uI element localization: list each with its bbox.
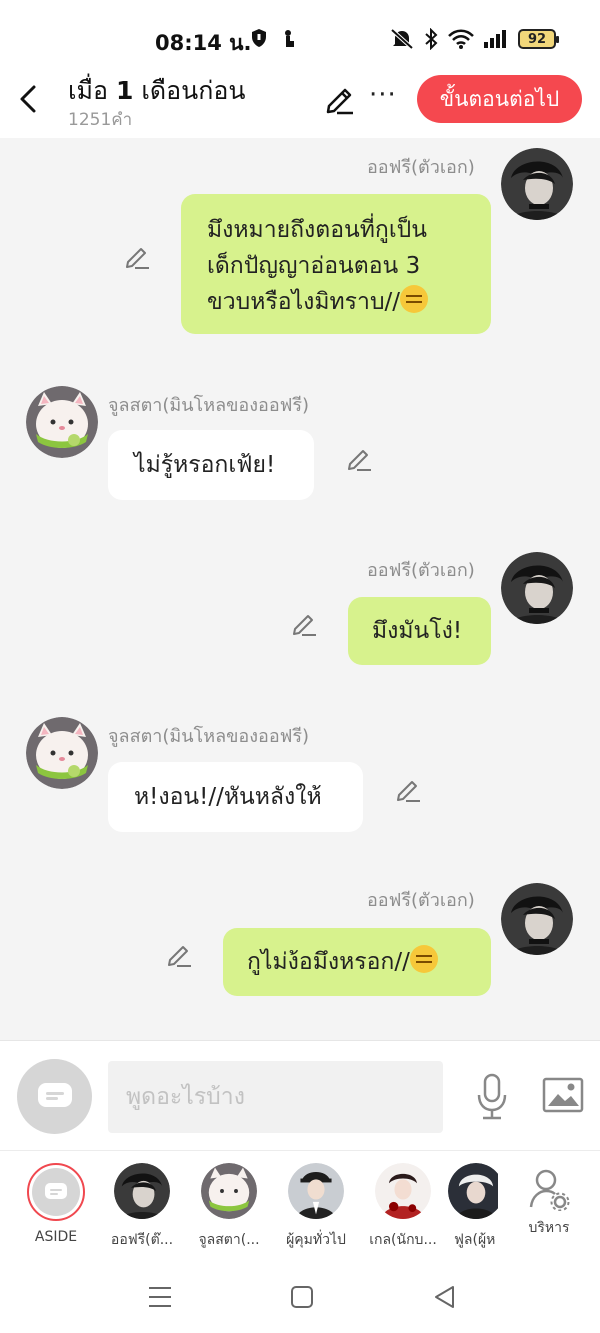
character-name: ผู้คุมทั่วไป (286, 1232, 346, 1248)
touch-icon (285, 30, 294, 47)
character-name: ฟูล(ผู้ห (454, 1232, 496, 1248)
aside-avatar (27, 1163, 85, 1221)
page-title: เมื่อ 1 เดือนก่อน (68, 71, 245, 111)
character-full[interactable]: ฟูล(ผู้ห (448, 1163, 498, 1251)
avatar (375, 1163, 431, 1219)
character-name: ออฟรี(ต๊... (110, 1232, 174, 1248)
edit-icon[interactable] (323, 82, 357, 116)
message-line: ขวบหรือไงมิทราบ// (207, 284, 465, 320)
home-icon[interactable] (289, 1284, 315, 1310)
status-time: 08:14 น. (155, 31, 252, 55)
sender-name: ออฟรี(ตัวเอก) (367, 157, 475, 178)
title-number: 1 (116, 76, 134, 105)
more-options-icon[interactable]: ··· (369, 80, 397, 110)
message-line: มึงหมายถึงตอนที่กูเป็น (207, 217, 428, 243)
avatar (201, 1163, 257, 1219)
title-prefix: เมื่อ (68, 76, 116, 105)
character-selector: ASIDE ออฟรี(ต๊... จูลสตา(... ผู้คุมทั่วไ… (0, 1150, 600, 1260)
message-bubble[interactable]: ไม่รู้หรอกเฟ้ย! (108, 430, 314, 500)
message-line: กูไม่ง้อมึงหรอก// (247, 944, 467, 980)
avatar-julsta[interactable] (26, 386, 98, 458)
system-navigation-bar (0, 1260, 600, 1333)
bluetooth-icon (425, 28, 438, 50)
back-triangle-icon[interactable] (432, 1284, 458, 1310)
pencil-icon[interactable] (395, 776, 421, 802)
title-suffix: เดือนก่อน (133, 76, 246, 105)
expressionless-emoji-icon (409, 945, 438, 973)
mute-icon (390, 28, 414, 50)
sender-name: ออฟรี(ตัวเอก) (367, 560, 475, 581)
character-warden[interactable]: ผู้คุมทั่วไป (274, 1163, 358, 1251)
avatar (448, 1163, 498, 1219)
sender-name: ออฟรี(ตัวเอก) (367, 890, 475, 911)
expressionless-emoji-icon (400, 285, 429, 313)
character-aside[interactable]: ASIDE (14, 1163, 98, 1245)
character-off-free[interactable]: ออฟรี(ต๊... (100, 1163, 184, 1251)
battery-indicator: 92 (518, 29, 559, 49)
pencil-icon[interactable] (166, 941, 192, 967)
message-text: ขวบหรือไงมิทราบ// (207, 289, 401, 315)
message-bubble[interactable]: มึงมันโง่! (348, 597, 491, 665)
avatar (114, 1163, 170, 1219)
character-julsta[interactable]: จูลสตา(... (187, 1163, 271, 1251)
wifi-icon (448, 29, 474, 49)
message-text: ไม่รู้หรอกเฟ้ย! (134, 452, 276, 478)
avatar-off-free[interactable] (501, 883, 573, 955)
word-count-value: 1251 (68, 110, 112, 130)
character-name: บริหาร (528, 1220, 570, 1236)
message-line: เด็กปัญญาอ่อนตอน 3 (207, 253, 421, 279)
aside-toggle-button[interactable] (17, 1059, 92, 1134)
microphone-icon[interactable] (474, 1073, 510, 1121)
signal-icon (484, 30, 506, 48)
pencil-icon[interactable] (346, 445, 372, 471)
manage-characters-button[interactable]: บริหาร (507, 1163, 591, 1239)
message-bubble[interactable]: มึงหมายถึงตอนที่กูเป็น เด็กปัญญาอ่อนตอน … (181, 194, 491, 334)
character-gale[interactable]: เกล(นักบ... (361, 1163, 445, 1251)
shield-icon (252, 29, 266, 47)
user-settings-icon (529, 1169, 570, 1211)
pencil-icon[interactable] (291, 610, 317, 636)
avatar (288, 1163, 344, 1219)
avatar-off-free[interactable] (501, 552, 573, 624)
message-bubble[interactable]: กูไม่ง้อมึงหรอก// (223, 928, 491, 996)
avatar-julsta[interactable] (26, 717, 98, 789)
menu-icon[interactable] (147, 1284, 173, 1310)
character-name: จูลสตา(... (198, 1232, 260, 1248)
sender-name: จูลสตา(มินโหลของออฟรี) (108, 395, 310, 416)
chat-bubble-icon (37, 1082, 72, 1107)
image-icon[interactable] (542, 1077, 584, 1113)
composer-bar (0, 1040, 600, 1150)
message-text: มึงมันโง่! (372, 618, 463, 644)
message-text: กูไม่ง้อมึงหรอก// (247, 949, 410, 975)
chat-area: ออฟรี(ตัวเอก) มึงหมายถึงตอนที่กูเป็น เด็… (0, 138, 600, 1040)
pencil-icon[interactable] (124, 243, 150, 269)
sender-name: จูลสตา(มินโหลของออฟรี) (108, 726, 310, 747)
message-text: ห!งอน!//หันหลังให้ (134, 784, 322, 810)
chat-bubble-icon (45, 1183, 67, 1199)
message-input[interactable] (108, 1061, 443, 1133)
avatar-off-free[interactable] (501, 148, 573, 220)
word-count: 1251คำ (68, 106, 132, 133)
app-header: เมื่อ 1 เดือนก่อน 1251คำ ··· ขั้นตอนต่อไ… (0, 62, 600, 138)
character-name: เกล(นักบ... (369, 1232, 437, 1248)
message-bubble[interactable]: ห!งอน!//หันหลังให้ (108, 762, 363, 832)
character-name: ASIDE (34, 1229, 78, 1245)
back-arrow-icon[interactable] (14, 82, 42, 116)
word-count-unit: คำ (111, 110, 133, 130)
next-step-button[interactable]: ขั้นตอนต่อไป (417, 75, 582, 123)
status-bar: 08:14 น. 92 (0, 0, 600, 70)
